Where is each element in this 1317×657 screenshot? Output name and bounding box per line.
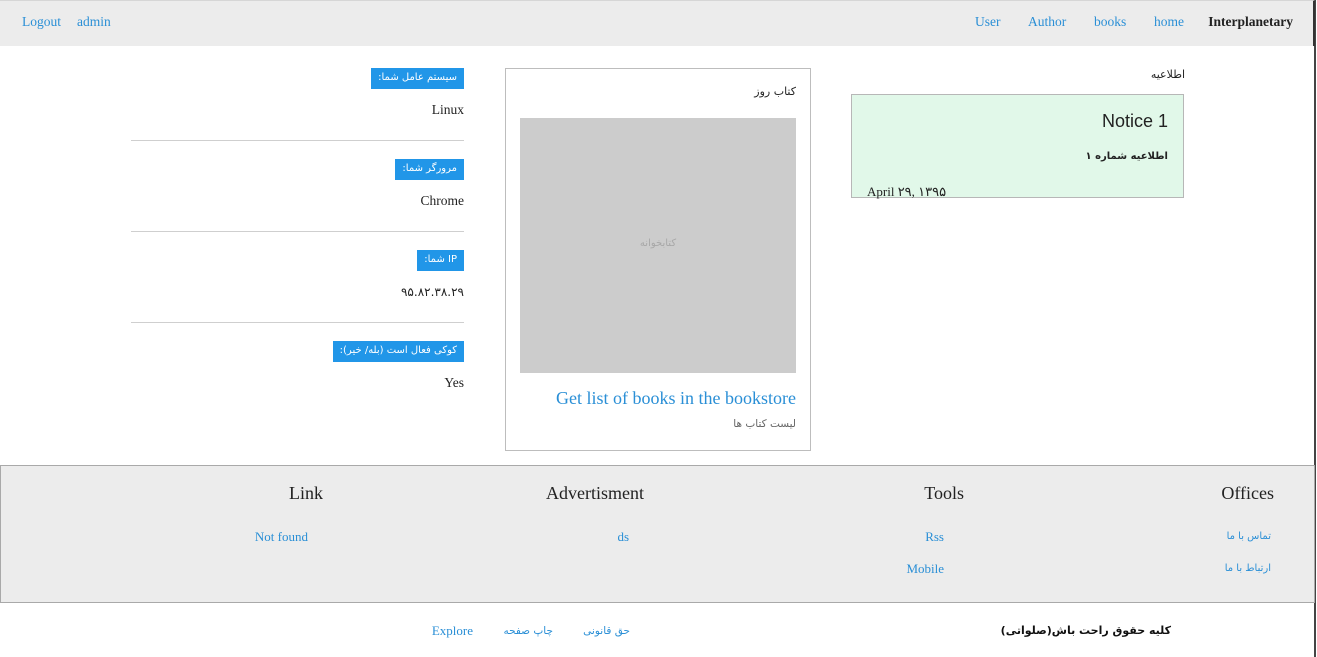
os-label: سیستم عامل شما: [371, 68, 464, 89]
footer: Offices تماس با ما ارتباط با ما Tools Rs… [0, 465, 1315, 603]
footer-not-found-link[interactable]: Not found [255, 529, 308, 545]
ip-label: IP شما: [417, 250, 464, 271]
footer-mobile-link[interactable]: Mobile [906, 561, 944, 577]
nav-home-link[interactable]: home [1154, 14, 1184, 30]
top-navbar: Interplanetary home books Author User ad… [0, 0, 1315, 46]
browser-label: مرورگر شما: [395, 159, 464, 180]
divider [131, 140, 464, 141]
nav-author-link[interactable]: Author [1028, 14, 1066, 30]
book-image-placeholder-text: کتابخوانه [639, 238, 677, 249]
legal-link[interactable]: حق قانونی [583, 625, 630, 637]
nav-logout-link[interactable]: Logout [22, 14, 61, 30]
nav-books-link[interactable]: books [1094, 14, 1126, 30]
divider [131, 231, 464, 232]
footer-rss-link[interactable]: Rss [925, 529, 944, 545]
book-list-link[interactable]: Get list of books in the bookstore [556, 388, 796, 409]
explore-link[interactable]: Explore [432, 623, 473, 639]
cookie-label: کوکی فعال است (بله/ خیر): [332, 341, 464, 362]
footer-tools-heading: Tools [924, 483, 964, 503]
notice-card: Notice 1 اطلاعیه شماره ۱ April ۲۹, ۱۳۹۵ [851, 94, 1184, 199]
footer-advertisment-heading: Advertisment [546, 483, 644, 503]
print-page-link[interactable]: چاپ صفحه [503, 625, 553, 637]
divider [131, 322, 464, 323]
notice-date: April ۲۹, ۱۳۹۵ [867, 184, 947, 199]
footer-link-heading: Link [289, 483, 323, 503]
book-of-day-card: کتاب روز کتابخوانه Get list of books in … [505, 68, 811, 451]
brand-link[interactable]: Interplanetary [1208, 14, 1293, 30]
copyright-text: کلیه حقوق راحت باش(صلواتی) [1000, 624, 1171, 637]
ip-value: ۹۵.۸۲.۳۸.۲۹ [400, 285, 464, 299]
nav-user-link[interactable]: User [975, 14, 1001, 30]
book-cover-image[interactable]: کتابخوانه [520, 118, 796, 373]
notices-heading: اطلاعیه [1150, 68, 1185, 81]
book-list-subtitle: لیست کتاب ها [733, 418, 796, 430]
footer-contact-us-link[interactable]: تماس با ما [1227, 531, 1271, 542]
footer-ds-link[interactable]: ds [617, 529, 629, 545]
browser-value: Chrome [420, 193, 465, 208]
os-value: Linux [431, 102, 464, 117]
footer-about-link[interactable]: ارتباط با ما [1225, 563, 1271, 574]
cookie-value: Yes [444, 375, 464, 390]
notice-text: اطلاعیه شماره ۱ [1085, 151, 1168, 162]
book-of-day-heading: کتاب روز [754, 85, 796, 98]
footer-offices-heading: Offices [1221, 483, 1274, 503]
notice-title[interactable]: Notice 1 [1102, 111, 1168, 132]
nav-admin-link[interactable]: admin [77, 14, 111, 30]
